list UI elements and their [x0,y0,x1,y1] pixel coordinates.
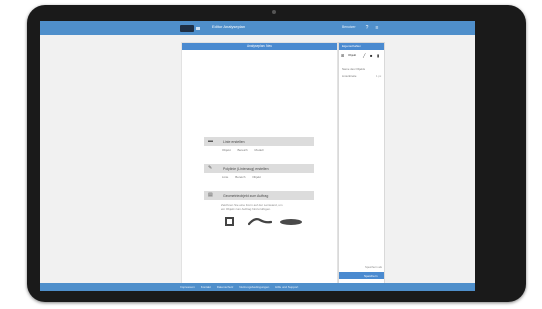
wave-shape-icon[interactable] [248,216,272,226]
sidebar-header: Eigenschaften [339,43,384,50]
section-description: ein Objekt zum Auftrag hinzuzufügen. [221,207,271,211]
property-label: Name des Objekts [342,67,366,71]
app-title: Editor Analyseplan [212,24,246,29]
save-button-label: Speichern [364,273,378,278]
footer-link[interactable]: Nutzungsbedingungen [239,285,269,289]
tablet-frame: Editor Analyseplan Benutzer ? ≡ Analysep… [27,5,526,302]
section-option[interactable]: Bereich [235,175,245,179]
page-title: Analyseplan: Neu [247,44,272,48]
document-page: Analyseplan: Neu ▬ Linie erstellen Objek… [181,42,338,284]
footer-link[interactable]: Datenschutz [217,285,234,289]
section-polyline: ✎ Polylinie (Linienzug) erstellen Linie … [204,164,314,181]
ruler-icon: ▬ [208,138,213,144]
section-header[interactable]: ✎ Polylinie (Linienzug) erstellen [204,164,314,173]
save-button[interactable]: Speichern [339,272,384,279]
sidebar-tool-label[interactable]: Objekt [348,53,356,58]
property-label: Linienbreite [342,74,357,78]
delete-tool-icon[interactable]: ▮ [377,53,379,58]
section-option[interactable]: Objekt [252,175,261,179]
app-screen: Editor Analyseplan Benutzer ? ≡ Analysep… [40,21,475,291]
help-icon[interactable]: ? [364,25,370,31]
footer-link[interactable]: Impressum [180,285,195,289]
section-option[interactable]: Bereich [238,148,248,152]
section-header[interactable]: ▬ Linie erstellen [204,137,314,146]
section-title: Linie erstellen [223,139,245,144]
menu-icon[interactable]: ≡ [374,25,380,31]
properties-sidebar: Eigenschaften ⊞ Objekt ╱ ■ ▮ Name des Ob… [338,42,385,284]
ellipse-shape-icon[interactable] [280,219,302,225]
section-body: Linie Bereich Objekt [204,173,314,181]
save-as-label: Speichern als [365,265,382,269]
section-option[interactable]: Modell [255,148,264,152]
square-shape-icon[interactable] [225,217,234,226]
footer-link[interactable]: Kontakt [201,285,211,289]
section-body: Objekt Bereich Modell [204,146,314,154]
app-logo[interactable] [180,25,194,32]
object-tool-icon[interactable]: ⊞ [341,53,344,58]
layers-icon: ▤ [208,192,213,198]
section-header[interactable]: ▤ Geometrieobjekt zum Auftrag [204,191,314,200]
section-line: ▬ Linie erstellen Objekt Bereich Modell [204,137,314,154]
page-header: Analyseplan: Neu [182,43,337,50]
section-title: Geometrieobjekt zum Auftrag [223,193,269,198]
camera-icon [272,10,276,14]
text-tool-icon[interactable]: ■ [370,53,372,58]
footer-bar: Impressum Kontakt Datenschutz Nutzungsbe… [40,283,475,291]
section-option[interactable]: Objekt [222,148,231,152]
top-bar: Editor Analyseplan Benutzer ? ≡ [40,21,475,35]
user-menu[interactable]: Benutzer [342,25,356,29]
section-title: Polylinie (Linienzug) erstellen [223,166,269,171]
footer-link[interactable]: Hilfe und Support [275,285,298,289]
property-value[interactable]: 1 px [376,74,381,78]
section-option[interactable]: Linie [222,175,228,179]
pen-icon: ✎ [208,165,213,171]
line-tool-icon[interactable]: ╱ [363,53,365,58]
section-geometry: ▤ Geometrieobjekt zum Auftrag Zeichnen S… [204,191,314,231]
sidebar-toolbar: ⊞ Objekt ╱ ■ ▮ [341,53,383,58]
logo-accent-icon [196,27,200,30]
sidebar-title: Eigenschaften [342,44,362,48]
